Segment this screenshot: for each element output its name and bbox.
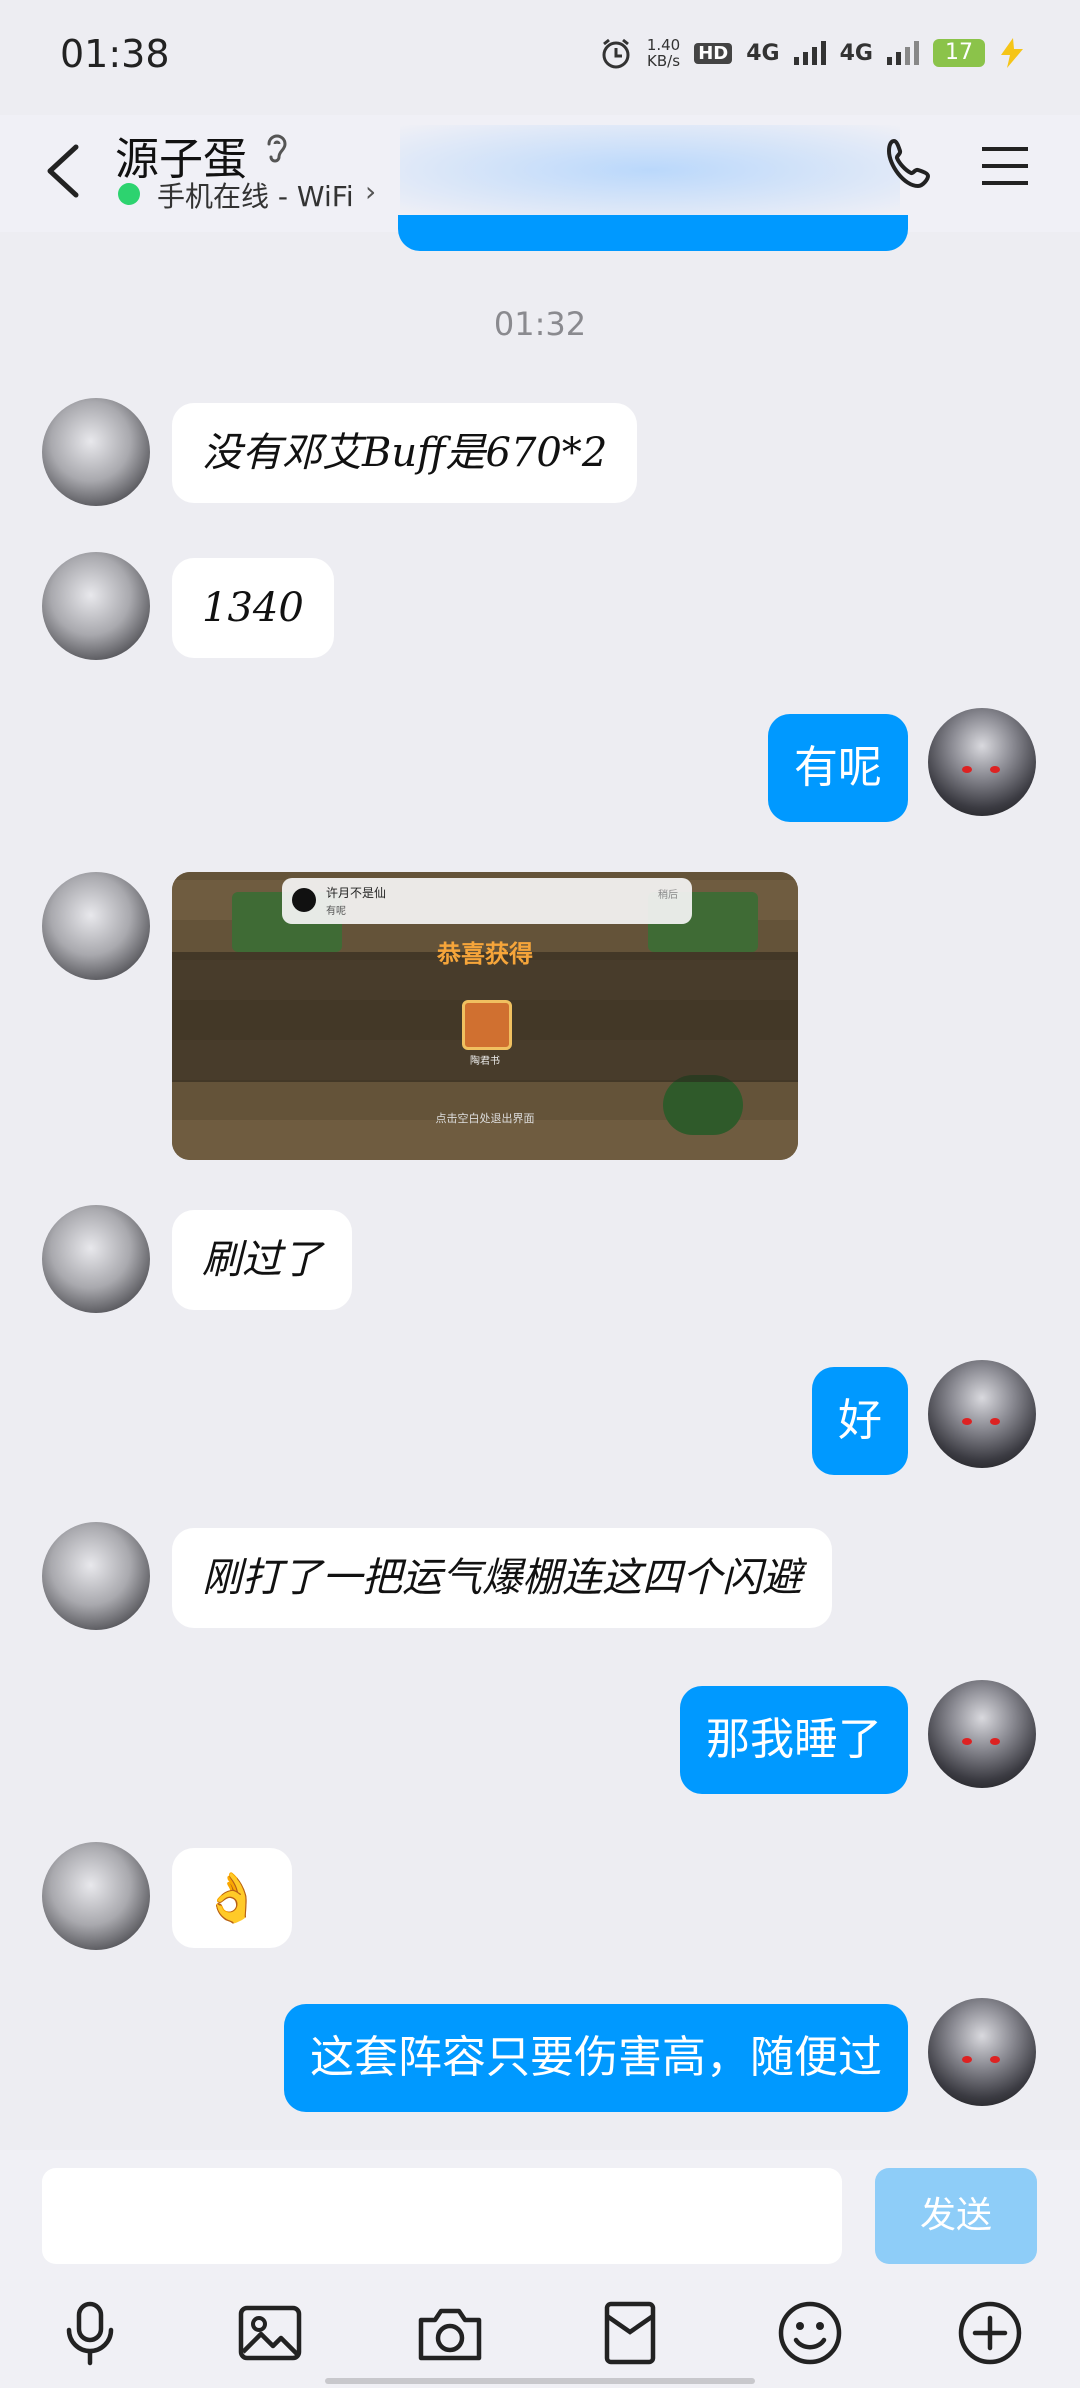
self-avatar[interactable] — [928, 1680, 1036, 1788]
notification-action: 稍后 — [658, 890, 678, 901]
charging-icon — [1001, 38, 1023, 68]
sent-message[interactable]: 那我睡了 — [680, 1686, 908, 1794]
notification-text: 有呢 — [326, 906, 346, 917]
notification-banner: 许月不是仙 有呢 稍后 — [282, 878, 692, 924]
camera-icon[interactable] — [415, 2298, 485, 2368]
ear-icon[interactable] — [262, 129, 292, 169]
online-status-dot — [118, 183, 140, 205]
contact-avatar[interactable] — [42, 398, 150, 506]
contact-avatar[interactable] — [42, 872, 150, 980]
image-icon[interactable] — [235, 2298, 305, 2368]
header-glow — [400, 125, 900, 215]
self-avatar[interactable] — [928, 1360, 1036, 1468]
net-speed: 1.40 KB/s — [647, 37, 680, 69]
received-message[interactable]: 刷过了 — [172, 1210, 352, 1310]
home-indicator[interactable] — [325, 2378, 755, 2384]
signal-icon — [793, 41, 826, 65]
sent-message[interactable]: 有呢 — [768, 714, 908, 822]
battery-indicator: 17 — [933, 39, 985, 67]
plus-icon[interactable] — [955, 2298, 1025, 2368]
qq-icon — [292, 888, 316, 912]
received-message[interactable]: 没有邓艾Buff是670*2 — [172, 403, 638, 503]
message-input[interactable] — [42, 2168, 842, 2264]
received-message[interactable]: 1340 — [172, 558, 334, 658]
alarm-icon — [602, 38, 630, 69]
self-avatar[interactable] — [928, 708, 1036, 816]
message-timestamp: 01:32 — [493, 305, 587, 343]
signal-icon-2 — [887, 41, 919, 65]
contact-avatar[interactable] — [42, 1205, 150, 1313]
sent-message[interactable]: 好 — [812, 1367, 908, 1475]
menu-icon[interactable] — [980, 143, 1030, 189]
input-area: 发送 — [0, 2150, 1080, 2388]
contact-avatar[interactable] — [42, 1522, 150, 1630]
previous-sent-bubble — [398, 215, 908, 251]
phone-icon[interactable] — [880, 135, 940, 195]
input-toolbar — [0, 2298, 1080, 2368]
image-message[interactable]: 许月不是仙 有呢 稍后 恭喜获得 陶君书 点击空白处退出界面 — [172, 872, 798, 1160]
contact-avatar[interactable] — [42, 1842, 150, 1950]
net-speed-unit: KB/s — [647, 52, 681, 70]
reward-item-icon — [462, 1000, 512, 1050]
online-status-text[interactable]: 手机在线 - WiFi — [157, 175, 354, 215]
back-arrow-icon[interactable] — [38, 135, 98, 205]
notification-sender: 许月不是仙 — [326, 886, 387, 900]
status-bar: 01:38 1.40 KB/s HD 4G 4G 17 — [0, 0, 1080, 115]
red-packet-icon[interactable] — [595, 2298, 665, 2368]
self-avatar[interactable] — [928, 1998, 1036, 2106]
status-time: 01:38 — [60, 32, 170, 76]
sent-message[interactable]: 这套阵容只要伤害高，随便过 — [284, 2004, 908, 2112]
exit-hint: 点击空白处退出界面 — [435, 1112, 535, 1125]
contact-avatar[interactable] — [42, 552, 150, 660]
sim2-signal: 4G — [839, 40, 873, 66]
game-tree — [663, 1075, 743, 1135]
reward-item-label: 陶君书 — [470, 1056, 500, 1067]
status-icons: 1.40 KB/s HD 4G 4G 17 — [599, 36, 1025, 70]
hd-badge: HD — [694, 42, 733, 64]
emoji-icon[interactable] — [775, 2298, 845, 2368]
net-speed-value: 1.40 — [646, 36, 681, 54]
chevron-right-icon[interactable]: › — [365, 175, 376, 208]
sim1-signal: 4G — [746, 40, 780, 66]
reward-title: 恭喜获得 — [437, 940, 533, 968]
microphone-icon[interactable] — [55, 2298, 125, 2368]
received-message[interactable]: 刚打了一把运气爆棚连这四个闪避 — [172, 1528, 832, 1628]
send-button[interactable]: 发送 — [875, 2168, 1037, 2264]
received-emoji-message[interactable]: 👌 — [172, 1848, 292, 1948]
